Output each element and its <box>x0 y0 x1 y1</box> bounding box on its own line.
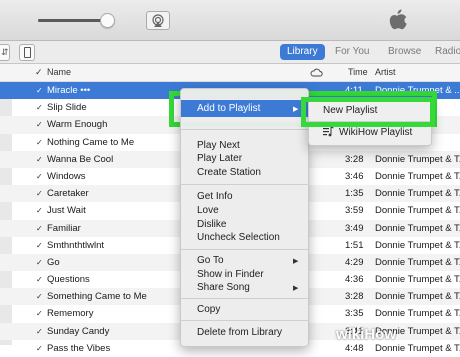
tab-library[interactable]: Library <box>280 44 325 60</box>
song-time: 3:46 <box>345 170 364 182</box>
song-artist: Donnie Trumpet & T... <box>375 170 460 182</box>
song-checkbox[interactable]: ✓ <box>36 185 43 202</box>
menu-add-to-playlist[interactable]: Add to Playlist <box>197 103 260 114</box>
song-artist: Donnie Trumpet & T... <box>375 239 460 251</box>
song-artist: Donnie Trumpet & T... <box>375 188 460 200</box>
time-column-header[interactable]: Time <box>348 67 368 77</box>
submenu-arrow-icon: ▶ <box>293 106 299 113</box>
song-checkbox[interactable]: ✓ <box>36 116 43 133</box>
context-menu: Add to Playlist ▶ Play Next Play Later C… <box>180 88 309 347</box>
menu-love[interactable]: Love <box>197 205 219 216</box>
song-time: 3:49 <box>345 222 364 234</box>
column-header: ✓ Name Time Artist <box>0 64 460 82</box>
song-name: Go <box>47 256 60 268</box>
menu-separator <box>181 249 308 250</box>
device-icon <box>24 47 31 58</box>
song-checkbox[interactable]: ✓ <box>36 168 43 185</box>
menu-uncheck-selection[interactable]: Uncheck Selection <box>197 232 280 243</box>
song-name: Warm Enough <box>47 119 108 131</box>
tab-browse[interactable]: Browse <box>381 44 428 60</box>
song-checkbox[interactable]: ✓ <box>36 134 43 151</box>
song-checkbox[interactable]: ✓ <box>36 254 43 271</box>
song-artist: Donnie Trumpet & T... <box>375 308 460 320</box>
song-name: Familiar <box>47 222 81 234</box>
playlist-icon <box>323 127 334 137</box>
menu-separator <box>181 320 308 321</box>
menu-copy[interactable]: Copy <box>197 304 220 315</box>
song-time: 4:36 <box>345 274 364 286</box>
song-name: Miracle ••• <box>47 85 91 96</box>
artist-column-header[interactable]: Artist <box>375 67 396 77</box>
submenu-wikihow-playlist[interactable]: WikiHow Playlist <box>339 127 412 138</box>
submenu-arrow-icon: ▶ <box>293 258 299 265</box>
watermark: wikiHow <box>336 326 397 343</box>
song-name: Just Wait <box>47 205 86 217</box>
song-time: 3:28 <box>345 153 364 165</box>
song-time: 3:35 <box>345 308 364 320</box>
song-time: 1:51 <box>345 239 364 251</box>
tab-radio[interactable]: Radio <box>428 44 460 60</box>
menu-separator <box>181 298 308 299</box>
up-down-arrows-icon: ⇵ <box>1 47 9 57</box>
menu-show-in-finder[interactable]: Show in Finder <box>197 269 264 280</box>
song-checkbox[interactable]: ✓ <box>36 151 43 168</box>
song-checkbox[interactable]: ✓ <box>36 340 43 357</box>
submenu-arrow-icon: ▶ <box>293 285 299 292</box>
song-checkbox[interactable]: ✓ <box>36 288 43 305</box>
song-checkbox[interactable]: ✓ <box>36 202 43 219</box>
apple-logo <box>389 9 407 30</box>
song-time: 1:35 <box>345 188 364 200</box>
menu-play-next[interactable]: Play Next <box>197 140 240 151</box>
sub-toolbar: ⇵ Library For You Browse Radio <box>0 41 460 64</box>
device-button[interactable] <box>19 44 35 61</box>
song-name: Windows <box>47 170 86 182</box>
song-name: Something Came to Me <box>47 291 147 303</box>
highlight-box <box>301 97 435 127</box>
menu-separator <box>181 129 308 130</box>
song-checkbox[interactable]: ✓ <box>36 323 43 340</box>
song-checkbox[interactable]: ✓ <box>36 271 43 288</box>
song-name: Nothing Came to Me <box>47 136 135 148</box>
song-artist: Donnie Trumpet & T... <box>375 205 460 217</box>
name-column-header[interactable]: Name <box>47 67 71 77</box>
song-checkbox[interactable]: ✓ <box>36 82 43 99</box>
song-name: Sunday Candy <box>47 325 110 337</box>
media-picker-button[interactable]: ⇵ <box>0 44 10 61</box>
toolbar <box>0 0 460 41</box>
volume-knob[interactable] <box>100 13 116 28</box>
song-name: Slip Slide <box>47 102 87 114</box>
menu-delete-from-library[interactable]: Delete from Library <box>197 327 282 338</box>
song-name: Pass the Vibes <box>47 342 111 354</box>
volume-fill <box>38 19 107 22</box>
song-artist: Donnie Trumpet & T... <box>375 153 460 165</box>
song-name: Rememory <box>47 308 94 320</box>
menu-share-song[interactable]: Share Song <box>197 282 250 293</box>
tab-for-you[interactable]: For You <box>328 44 376 60</box>
menu-separator <box>181 184 308 185</box>
airplay-icon <box>152 14 164 27</box>
song-checkbox[interactable]: ✓ <box>36 305 43 322</box>
cloud-icon[interactable] <box>310 68 323 77</box>
song-artist: Donnie Trumpet & T... <box>375 291 460 303</box>
song-checkbox[interactable]: ✓ <box>36 220 43 237</box>
song-artist: Donnie Trumpet & T... <box>375 256 460 268</box>
menu-go-to[interactable]: Go To <box>197 255 224 266</box>
airplay-button[interactable] <box>146 11 170 30</box>
song-artist: Donnie Trumpet & T... <box>375 222 460 234</box>
song-name: Questions <box>47 274 90 286</box>
song-checkbox[interactable]: ✓ <box>36 99 43 116</box>
song-time: 3:28 <box>345 291 364 303</box>
song-name: Caretaker <box>47 188 89 200</box>
menu-create-station[interactable]: Create Station <box>197 167 261 178</box>
song-name: Smthnthtlwlnt <box>47 239 105 251</box>
song-name: Wanna Be Cool <box>47 153 114 165</box>
song-checkbox[interactable]: ✓ <box>36 237 43 254</box>
song-time: 3:59 <box>345 205 364 217</box>
menu-play-later[interactable]: Play Later <box>197 153 242 164</box>
menu-dislike[interactable]: Dislike <box>197 219 226 230</box>
menu-get-info[interactable]: Get Info <box>197 191 233 202</box>
song-time: 4:29 <box>345 256 364 268</box>
check-column-header[interactable]: ✓ <box>35 67 43 78</box>
song-artist: Donnie Trumpet & T... <box>375 274 460 286</box>
